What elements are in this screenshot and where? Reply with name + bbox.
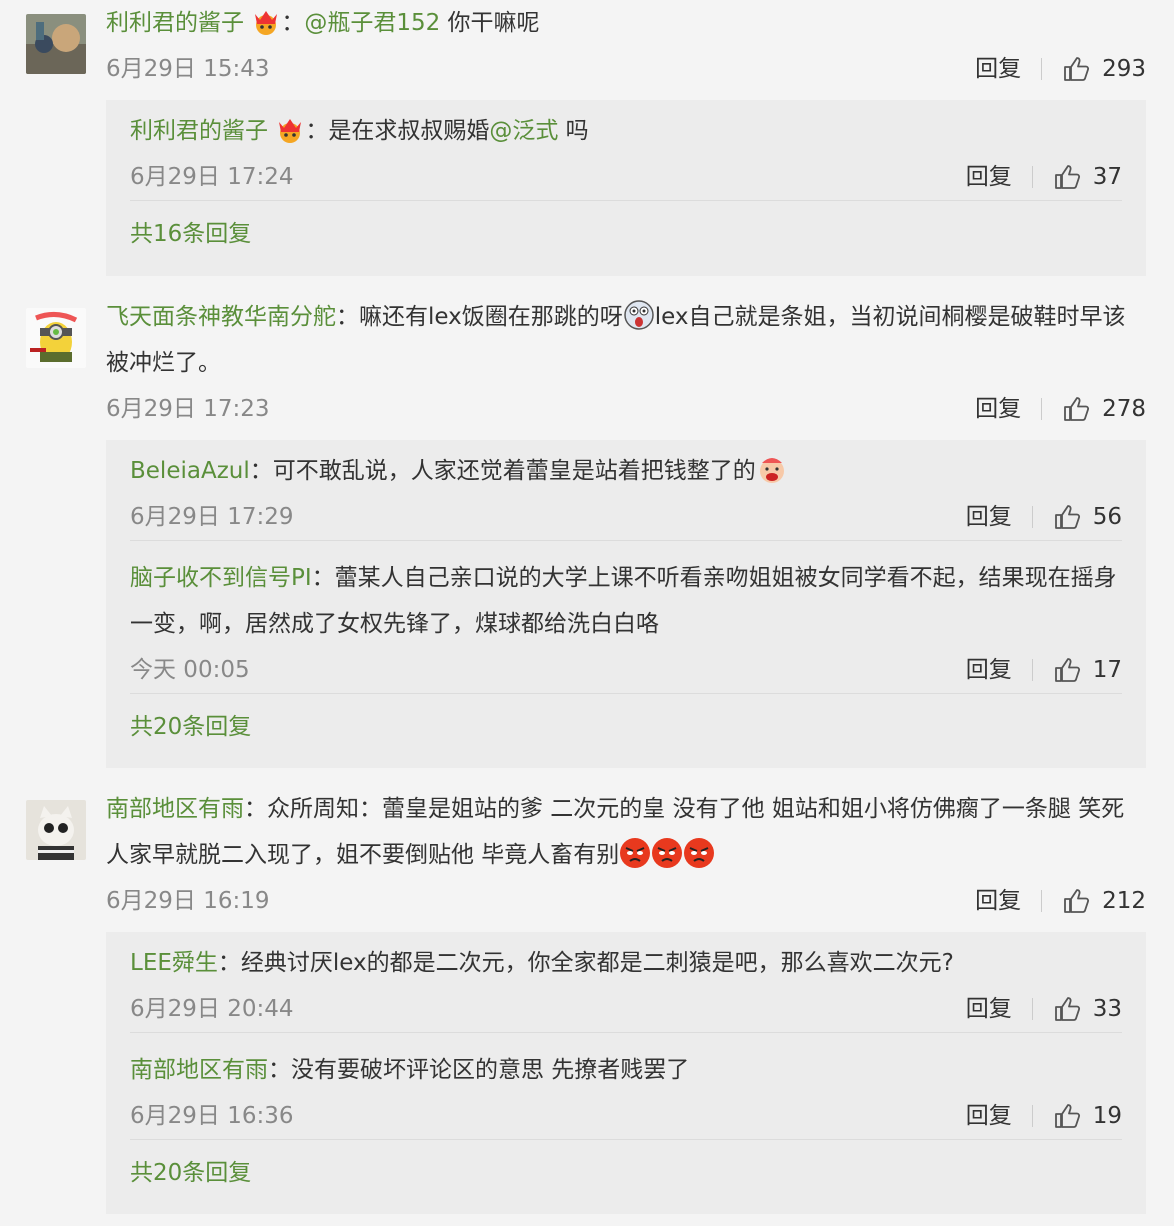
reply-content: 脑子收不到信号PI：蕾某人自己亲口说的大学上课不听看亲吻姐姐被女同学看不起，结果… [130,565,1117,637]
angry-face-icon [620,838,651,868]
reply-list: LEE舜生：经典讨厌lex的都是二次元，你全家都是二刺猿是吧，那么喜欢二次元? … [106,932,1146,1214]
reply-item: LEE舜生：经典讨厌lex的都是二次元，你全家都是二刺猿是吧，那么喜欢二次元? … [130,932,1122,1033]
crying-face-icon [759,458,784,483]
username-link[interactable]: LEE舜生 [130,950,218,976]
timestamp: 今天 00:05 [130,657,250,683]
like-count: 33 [1092,996,1122,1022]
reply-meta: 今天 00:05 回复 17 [130,647,1122,694]
thumbs-up-icon [1064,889,1090,913]
comment-feed: 利利君的酱子 ：@瓶子君152 你干嘛呢 6月29日 15:43 回复 293 [0,0,1174,1226]
divider [1031,998,1033,1020]
angry-face-icon [684,838,715,868]
divider [1041,58,1043,80]
username-link[interactable]: 脑子收不到信号PI [130,565,312,591]
reply-button[interactable]: 回复 [966,1093,1012,1139]
comment-meta: 6月29日 16:19 回复 212 [106,878,1146,924]
like-count: 37 [1092,164,1122,190]
timestamp: 6月29日 16:19 [106,888,270,914]
divider [1031,1105,1033,1127]
username-link[interactable]: 利利君的酱子 [106,10,244,36]
like-count: 56 [1092,504,1122,530]
username-link[interactable]: 南部地区有雨 [106,796,244,822]
thumbs-up-icon [1054,658,1080,682]
reply-button[interactable]: 回复 [966,494,1012,540]
angry-face-icon [652,838,683,868]
like-button[interactable]: 19 [1053,1093,1122,1139]
timestamp: 6月29日 20:44 [130,996,294,1022]
like-button[interactable]: 293 [1062,46,1146,92]
thumbs-up-icon [1054,165,1080,189]
thumbs-up-icon [1064,397,1090,421]
reply-list: 利利君的酱子 ：是在求叔叔赐婚@泛式 吗 6月29日 17:24 回复 37 共… [106,100,1146,276]
reply-content: 利利君的酱子 ：是在求叔叔赐婚@泛式 吗 [130,118,589,144]
mention-link[interactable]: @泛式 [489,118,558,144]
reply-content: LEE舜生：经典讨厌lex的都是二次元，你全家都是二刺猿是吧，那么喜欢二次元? [130,950,954,976]
timestamp: 6月29日 17:24 [130,164,294,190]
avatar[interactable] [26,800,86,860]
reply-meta: 6月29日 17:29 回复 56 [130,494,1122,541]
view-more-replies-link[interactable]: 共20条回复 [130,1140,1146,1206]
reply-item: 脑子收不到信号PI：蕾某人自己亲口说的大学上课不听看亲吻姐姐被女同学看不起，结果… [130,541,1122,694]
avatar[interactable] [26,14,86,74]
reply-button[interactable]: 回复 [975,386,1021,432]
comment-meta: 6月29日 15:43 回复 293 [106,46,1146,92]
reply-meta: 6月29日 17:24 回复 37 [130,154,1122,201]
reply-item: BeleiaAzul：可不敢乱说，人家还觉着蕾皇是站着把钱整了的 6月29日 1… [130,440,1122,541]
divider [1031,659,1033,681]
reply-list: BeleiaAzul：可不敢乱说，人家还觉着蕾皇是站着把钱整了的 6月29日 1… [106,440,1146,768]
reply-content: BeleiaAzul：可不敢乱说，人家还觉着蕾皇是站着把钱整了的 [130,448,1122,494]
scared-face-icon [624,300,654,330]
like-button[interactable]: 37 [1053,154,1122,200]
timestamp: 6月29日 17:29 [130,504,294,530]
like-count: 19 [1092,1103,1122,1129]
like-count: 293 [1102,56,1146,82]
like-button[interactable]: 212 [1062,878,1146,924]
divider [1041,890,1043,912]
reply-meta: 6月29日 16:36 回复 19 [130,1093,1122,1140]
divider [1031,506,1033,528]
username-link[interactable]: 利利君的酱子 [130,118,268,144]
reply-button[interactable]: 回复 [966,986,1012,1032]
like-button[interactable]: 17 [1053,647,1122,693]
thumbs-up-icon [1054,505,1080,529]
like-count: 17 [1092,657,1122,683]
reply-button[interactable]: 回复 [966,647,1012,693]
reply-button[interactable]: 回复 [975,46,1021,92]
username-link[interactable]: BeleiaAzul [130,458,250,484]
crown-badge-icon [255,11,278,35]
divider [1041,398,1043,420]
reply-item: 利利君的酱子 ：是在求叔叔赐婚@泛式 吗 6月29日 17:24 回复 37 [130,100,1122,201]
thumbs-up-icon [1064,57,1090,81]
reply-button[interactable]: 回复 [975,878,1021,924]
comment-content: 南部地区有雨：众所周知：蕾皇是姐站的爹 二次元的皇 没有了他 姐站和姐小将仿佛瘸… [106,796,1125,868]
timestamp: 6月29日 17:23 [106,396,270,422]
crown-badge-icon [279,119,302,143]
like-count: 278 [1102,396,1146,422]
reply-button[interactable]: 回复 [966,154,1012,200]
like-button[interactable]: 278 [1062,386,1146,432]
timestamp: 6月29日 15:43 [106,56,270,82]
comment-content: 飞天面条神教华南分舵：嘛还有lex饭圈在那跳的呀 lex自己就是条姐，当初说间桐樱… [106,294,1146,386]
reply-item: 南部地区有雨：没有要破坏评论区的意思 先撩者贱罢了 6月29日 16:36 回复… [130,1033,1122,1140]
username-link[interactable]: 飞天面条神教华南分舵 [106,304,336,330]
reply-content: 南部地区有雨：没有要破坏评论区的意思 先撩者贱罢了 [130,1057,690,1083]
like-count: 212 [1102,888,1146,914]
timestamp: 6月29日 16:36 [130,1103,294,1129]
comment-content: 利利君的酱子 ：@瓶子君152 你干嘛呢 [106,10,540,36]
like-button[interactable]: 56 [1053,494,1122,540]
comment-meta: 6月29日 17:23 回复 278 [106,386,1146,432]
like-button[interactable]: 33 [1053,986,1122,1032]
username-link[interactable]: 南部地区有雨 [130,1057,268,1083]
avatar[interactable] [26,308,86,368]
reply-meta: 6月29日 20:44 回复 33 [130,986,1122,1033]
divider [1031,166,1033,188]
thumbs-up-icon [1054,997,1080,1021]
view-more-replies-link[interactable]: 共16条回复 [130,201,1146,267]
mention-link[interactable]: @瓶子君152 [304,10,440,36]
thumbs-up-icon [1054,1104,1080,1128]
view-more-replies-link[interactable]: 共20条回复 [130,694,1146,760]
